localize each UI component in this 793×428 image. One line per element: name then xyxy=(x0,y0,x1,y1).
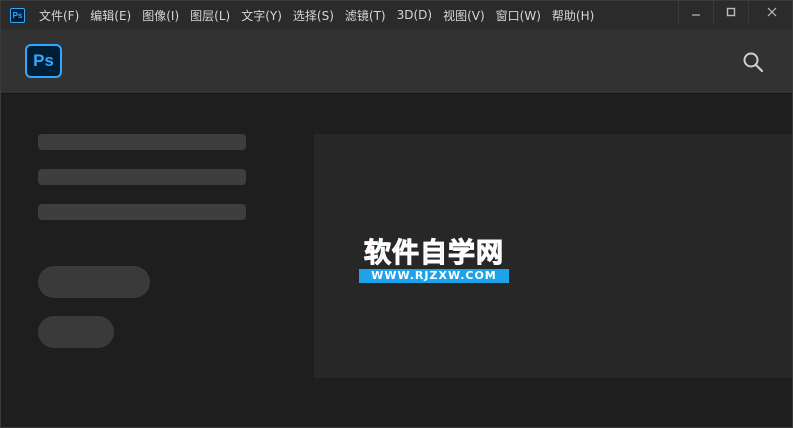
menu-item-image[interactable]: 图像(I) xyxy=(142,7,179,24)
watermark-title: 软件自学网 xyxy=(364,238,504,269)
menu-item-layer[interactable]: 图层(L) xyxy=(190,7,230,24)
menu-bar: Ps 文件(F) 编辑(E) 图像(I) 图层(L) 文字(Y) 选择(S) 滤… xyxy=(1,1,792,29)
menu-item-edit[interactable]: 编辑(E) xyxy=(90,7,131,24)
search-icon[interactable] xyxy=(742,51,764,73)
menu-item-select[interactable]: 选择(S) xyxy=(293,7,334,24)
menu-item-3d[interactable]: 3D(D) xyxy=(397,8,432,22)
loading-placeholder-line xyxy=(38,204,246,220)
close-icon xyxy=(767,7,776,17)
window-controls xyxy=(678,1,792,23)
menu-item-filter[interactable]: 滤镜(T) xyxy=(345,7,386,24)
minimize-button[interactable] xyxy=(678,1,713,23)
watermark: 软件自学网 WWW.RJZXW.COM xyxy=(359,238,509,283)
loading-placeholder-line xyxy=(38,169,246,185)
maximize-button[interactable] xyxy=(713,1,748,23)
menu-item-view[interactable]: 视图(V) xyxy=(443,7,485,24)
loading-placeholder-button xyxy=(38,316,114,348)
home-header: Ps xyxy=(1,29,792,94)
menu-item-type[interactable]: 文字(Y) xyxy=(241,7,282,24)
minimize-icon xyxy=(692,14,700,16)
close-button[interactable] xyxy=(748,1,792,23)
maximize-icon xyxy=(726,7,736,17)
loading-placeholder-line xyxy=(38,134,246,150)
loading-placeholder-button xyxy=(38,266,150,298)
menu-item-window[interactable]: 窗口(W) xyxy=(496,7,541,24)
photoshop-window: Ps 文件(F) 编辑(E) 图像(I) 图层(L) 文字(Y) 选择(S) 滤… xyxy=(0,0,793,428)
photoshop-logo[interactable]: Ps xyxy=(25,44,62,78)
menu-item-help[interactable]: 帮助(H) xyxy=(552,7,594,24)
menu-item-file[interactable]: 文件(F) xyxy=(39,7,79,24)
watermark-url: WWW.RJZXW.COM xyxy=(359,269,509,283)
app-icon[interactable]: Ps xyxy=(10,7,25,23)
